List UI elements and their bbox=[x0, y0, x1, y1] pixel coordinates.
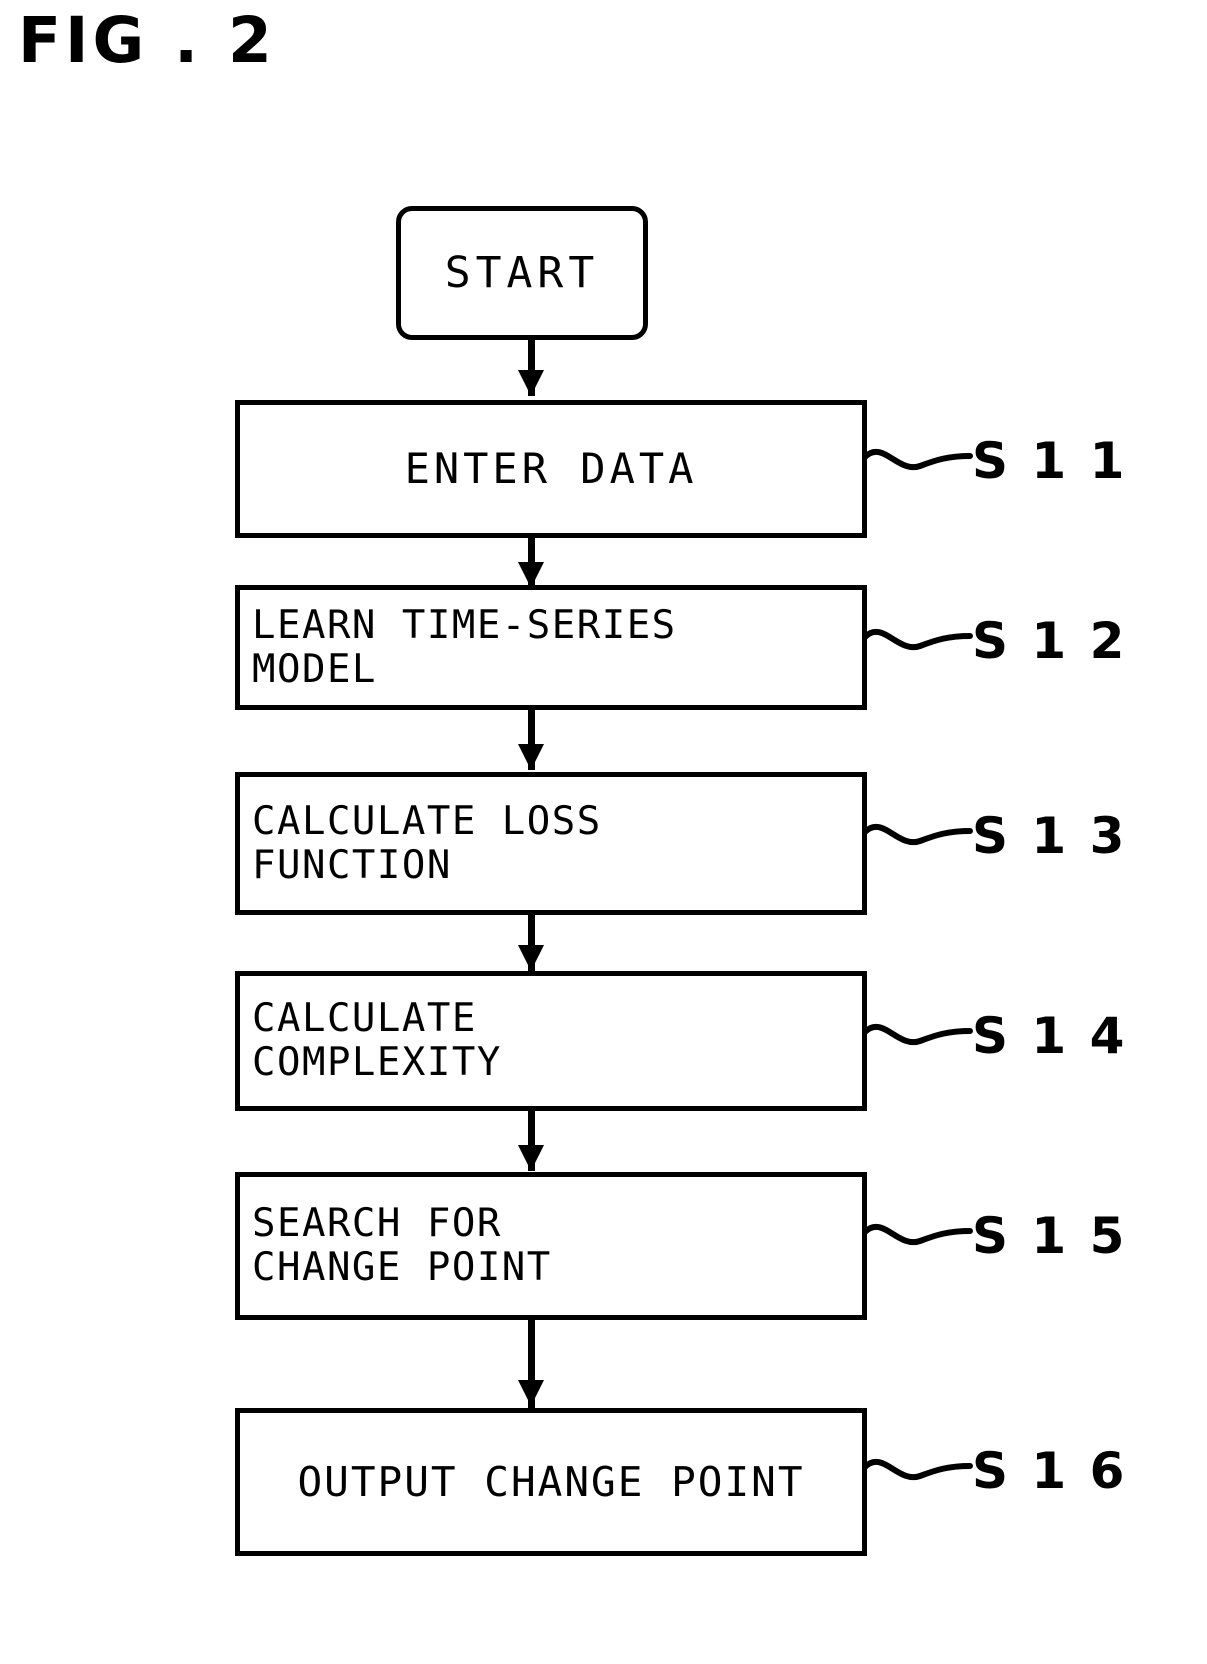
arrow-start-to-s11-head bbox=[518, 370, 544, 396]
flow-node-start: START bbox=[396, 206, 648, 340]
arrow-s14-to-s15-head bbox=[518, 1145, 544, 1171]
arrow-s13-to-s14-head bbox=[518, 945, 544, 971]
flow-node-s11: ENTER DATA bbox=[235, 400, 867, 538]
leader-line-s12 bbox=[862, 628, 973, 651]
flow-node-s12: LEARN TIME-SERIES MODEL bbox=[235, 585, 867, 710]
step-ref-s16: S 1 6 bbox=[972, 1442, 1128, 1500]
step-ref-s15: S 1 5 bbox=[972, 1207, 1128, 1265]
step-ref-s12: S 1 2 bbox=[972, 612, 1128, 670]
flow-node-s14: CALCULATE COMPLEXITY bbox=[235, 971, 867, 1111]
step-ref-s11: S 1 1 bbox=[972, 432, 1128, 490]
leader-line-s11 bbox=[862, 448, 973, 471]
flow-node-s13: CALCULATE LOSS FUNCTION bbox=[235, 772, 867, 915]
flow-node-s16: OUTPUT CHANGE POINT bbox=[235, 1408, 867, 1556]
figure-title: FIG . 2 bbox=[18, 4, 276, 77]
step-ref-s14: S 1 4 bbox=[972, 1007, 1128, 1065]
leader-line-s15 bbox=[862, 1223, 973, 1246]
figure-canvas: FIG . 2 START ENTER DATA LEARN TIME-SERI… bbox=[0, 0, 1207, 1664]
leader-line-s13 bbox=[862, 823, 973, 846]
flow-node-s15: SEARCH FOR CHANGE POINT bbox=[235, 1172, 867, 1320]
step-ref-s13: S 1 3 bbox=[972, 807, 1128, 865]
leader-line-s14 bbox=[862, 1023, 973, 1046]
arrow-s12-to-s13-head bbox=[518, 744, 544, 770]
arrow-s15-to-s16-head bbox=[518, 1380, 544, 1406]
leader-line-s16 bbox=[862, 1458, 973, 1481]
